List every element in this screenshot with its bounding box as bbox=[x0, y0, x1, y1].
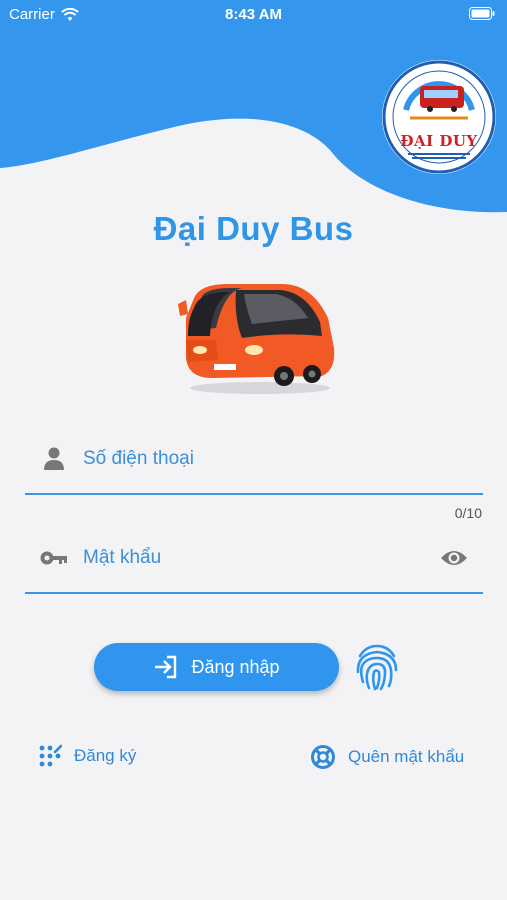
app-title: Đại Duy Bus bbox=[153, 210, 354, 247]
status-bar: Carrier 8:43 AM bbox=[0, 0, 507, 30]
phone-char-counter: 0/10 bbox=[454, 505, 482, 521]
login-label: Đăng nhập bbox=[191, 656, 280, 677]
register-label: Đăng ký bbox=[74, 746, 137, 765]
person-icon bbox=[44, 447, 64, 470]
logo-emblem-icon bbox=[382, 60, 496, 174]
eye-icon[interactable] bbox=[439, 544, 469, 572]
login-arrow-icon bbox=[155, 655, 177, 679]
status-time: 8:43 AM bbox=[225, 6, 282, 23]
lifebuoy-icon bbox=[311, 745, 335, 769]
phone-field bbox=[25, 425, 483, 495]
forgot-password-link[interactable]: Quên mật khẩu bbox=[310, 744, 464, 770]
forgot-password-label: Quên mật khẩu bbox=[348, 747, 465, 766]
password-field bbox=[25, 524, 483, 594]
fingerprint-icon[interactable] bbox=[354, 642, 400, 692]
password-input[interactable] bbox=[83, 540, 423, 576]
dots-grid-icon bbox=[39, 744, 62, 767]
phone-input[interactable] bbox=[83, 441, 423, 477]
login-button[interactable]: Đăng nhập bbox=[94, 643, 339, 691]
battery-icon bbox=[469, 7, 495, 20]
key-icon bbox=[40, 551, 67, 565]
company-logo: ĐẠI DUY bbox=[380, 58, 498, 176]
logo-brand-text: ĐẠI DUY bbox=[400, 132, 478, 150]
bus-illustration bbox=[178, 284, 335, 394]
register-link[interactable]: Đăng ký bbox=[38, 744, 136, 768]
